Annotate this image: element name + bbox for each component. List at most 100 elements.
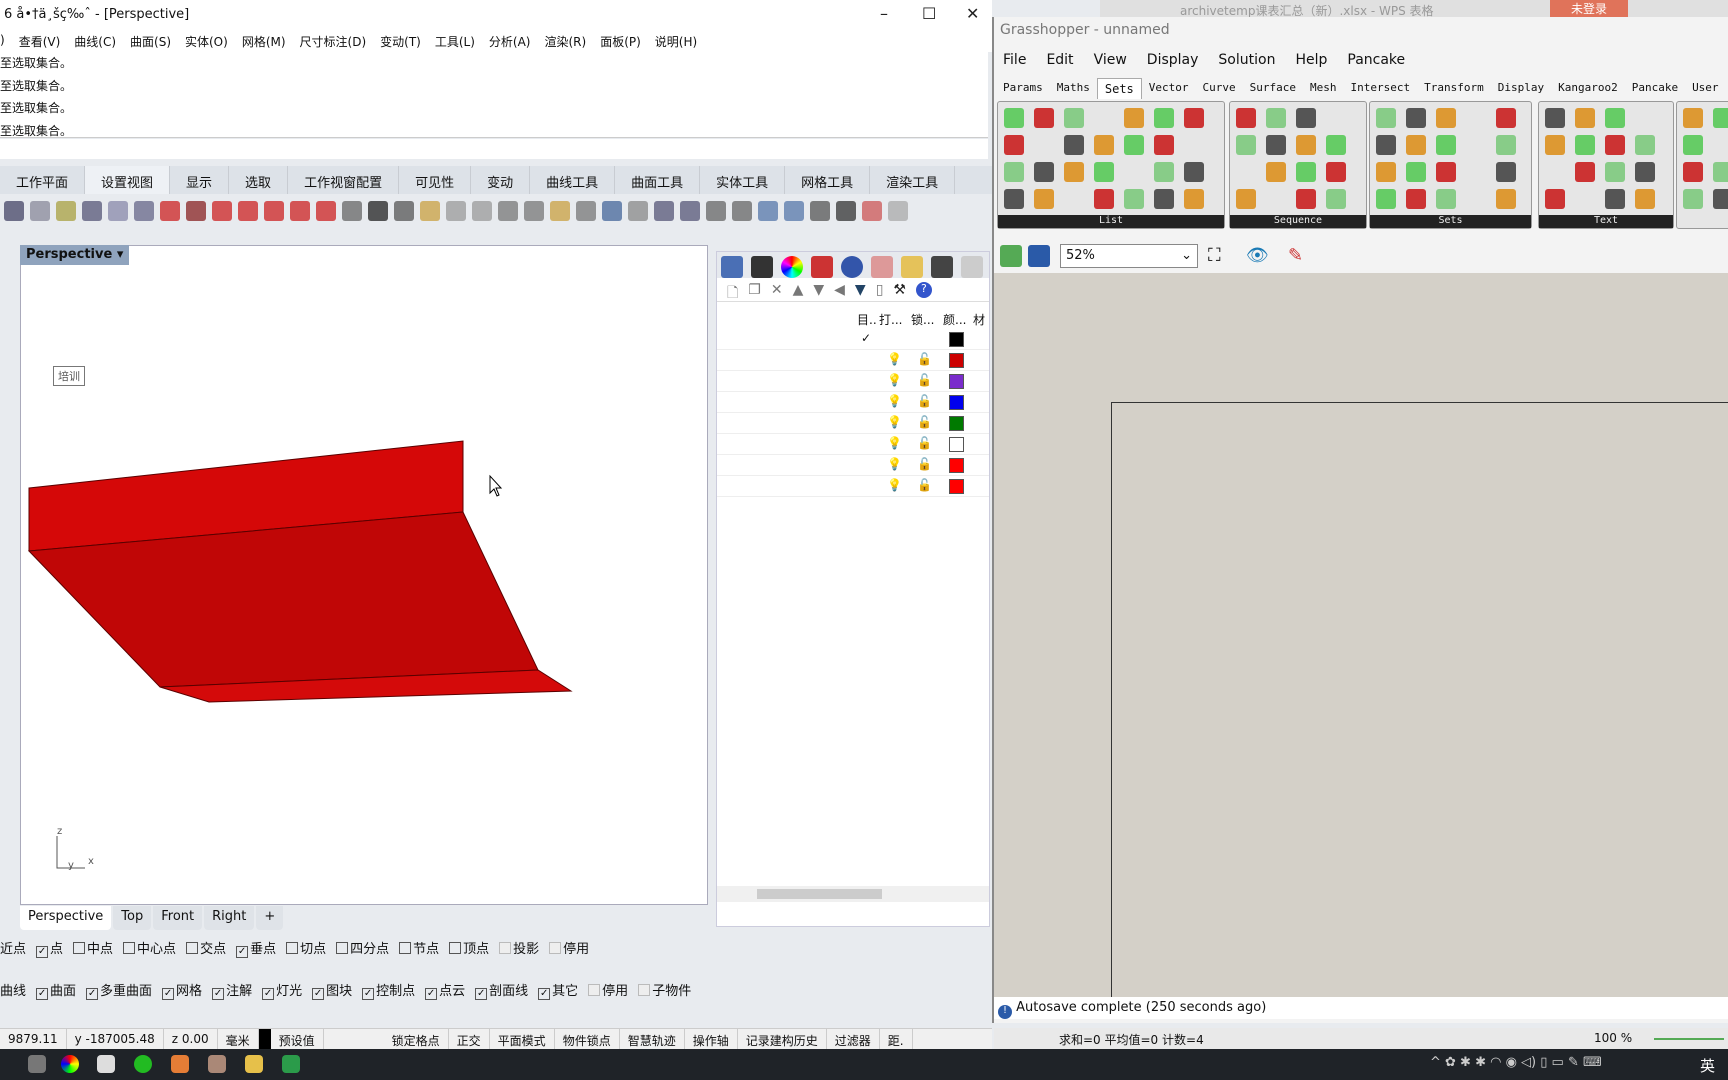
checkbox-box[interactable]: ✓ <box>362 988 375 1000</box>
toolbar-icon-31[interactable] <box>810 201 830 221</box>
component-icon[interactable] <box>1296 135 1316 155</box>
chrome-icon[interactable] <box>61 1055 79 1073</box>
unlock-icon[interactable]: 🔓 <box>917 352 932 366</box>
checkbox-box[interactable]: ✓ <box>475 988 488 1000</box>
gh-tab[interactable]: User <box>1685 78 1726 99</box>
page-icon[interactable]: ▯ <box>876 282 884 298</box>
toolbar-icon-34[interactable] <box>888 201 908 221</box>
component-icon[interactable] <box>1064 108 1084 128</box>
display-icon[interactable] <box>751 256 773 278</box>
component-icon[interactable] <box>1124 135 1144 155</box>
layer-row[interactable]: ✓ <box>717 329 989 350</box>
layer-row[interactable]: 💡 🔓 <box>717 371 989 392</box>
status-field[interactable]: 记录建构历史 <box>738 1029 827 1049</box>
column-header[interactable]: 颜... <box>943 311 966 328</box>
component-icon[interactable] <box>1436 135 1456 155</box>
column-header[interactable]: 目.. <box>857 311 877 328</box>
component-icon[interactable] <box>1326 189 1346 209</box>
checkbox-点[interactable]: ✓ 点 <box>36 938 63 960</box>
component-icon[interactable] <box>1683 162 1703 182</box>
checkbox-近点[interactable]: 近点 <box>0 938 26 960</box>
unlock-icon[interactable]: 🔓 <box>917 373 932 387</box>
wps-presentation-icon[interactable] <box>171 1055 189 1073</box>
lightbulb-icon[interactable]: 💡 <box>887 394 902 408</box>
gh-menu-item[interactable]: Help <box>1295 52 1327 68</box>
checkbox-box[interactable] <box>336 942 349 954</box>
component-icon[interactable] <box>1154 189 1174 209</box>
checkbox-box[interactable]: ✓ <box>262 988 275 1000</box>
layer-row[interactable]: 💡 🔓 <box>717 392 989 413</box>
notes-icon[interactable] <box>961 256 983 278</box>
zoom-slider[interactable] <box>1654 1038 1724 1040</box>
component-icon[interactable] <box>1296 162 1316 182</box>
toolbar-icon-33[interactable] <box>862 201 882 221</box>
layer-color-swatch[interactable] <box>949 437 964 452</box>
component-icon[interactable] <box>1064 135 1084 155</box>
delete-icon[interactable]: ✕ <box>771 282 783 298</box>
lightbulb-icon[interactable]: 💡 <box>887 457 902 471</box>
down-icon[interactable]: ▼ <box>813 282 824 298</box>
component-icon[interactable] <box>1436 189 1456 209</box>
status-field[interactable]: 过滤器 <box>827 1029 880 1049</box>
component-icon[interactable] <box>1154 135 1174 155</box>
lightbulb-icon[interactable]: 💡 <box>887 373 902 387</box>
wps-sheet-icon[interactable] <box>282 1055 300 1073</box>
layer-color-swatch[interactable] <box>949 332 964 347</box>
component-icon[interactable] <box>1683 189 1703 209</box>
component-icon[interactable] <box>1184 189 1204 209</box>
component-icon[interactable] <box>1326 162 1346 182</box>
status-field[interactable]: 距. <box>880 1029 913 1049</box>
component-icon[interactable] <box>1436 162 1456 182</box>
layer-color-swatch[interactable] <box>949 353 964 368</box>
sketch-icon[interactable]: ✎ <box>1288 245 1303 266</box>
column-header[interactable]: 锁... <box>911 311 934 328</box>
component-icon[interactable] <box>1154 108 1174 128</box>
layer-color-swatch[interactable] <box>949 479 964 494</box>
component-icon[interactable] <box>1376 135 1396 155</box>
component-icon[interactable] <box>1406 135 1426 155</box>
component-icon[interactable] <box>1034 162 1054 182</box>
gh-tab[interactable]: Display <box>1491 78 1551 99</box>
checkbox-box[interactable] <box>549 942 562 954</box>
layer-row[interactable]: 💡 🔓 <box>717 434 989 455</box>
component-icon[interactable] <box>1266 108 1286 128</box>
checkbox-曲面[interactable]: ✓ 曲面 <box>36 980 76 1002</box>
checkbox-四分点[interactable]: 四分点 <box>336 938 389 960</box>
component-icon[interactable] <box>1436 108 1456 128</box>
component-icon[interactable] <box>1184 108 1204 128</box>
gh-tab[interactable]: Surface <box>1243 78 1303 99</box>
component-icon[interactable] <box>1236 189 1256 209</box>
gh-menu-item[interactable]: Edit <box>1046 52 1073 68</box>
lightbulb-icon[interactable]: 💡 <box>887 478 902 492</box>
unlock-icon[interactable]: 🔓 <box>917 478 932 492</box>
checkbox-投影[interactable]: 投影 <box>499 938 539 960</box>
checkbox-图块[interactable]: ✓ 图块 <box>312 980 352 1002</box>
status-field[interactable]: 锁定格点 <box>384 1029 449 1049</box>
checkbox-网格[interactable]: ✓ 网格 <box>162 980 202 1002</box>
preview-eye-icon[interactable]: 👁 <box>1246 245 1269 266</box>
ime-indicator[interactable]: 英 <box>1700 1055 1715 1076</box>
gh-tab[interactable]: Mesh <box>1303 78 1344 99</box>
component-icon[interactable] <box>1683 135 1703 155</box>
component-icon[interactable] <box>1575 108 1595 128</box>
checkbox-box[interactable]: ✓ <box>36 946 49 958</box>
component-icon[interactable] <box>1064 162 1084 182</box>
checkbox-box[interactable]: ✓ <box>538 988 551 1000</box>
status-field[interactable]: 毫米 <box>218 1029 259 1049</box>
gh-tab[interactable]: Sets <box>1096 78 1142 99</box>
checkbox-灯光[interactable]: ✓ 灯光 <box>262 980 302 1002</box>
lightbulb-icon[interactable]: 💡 <box>887 352 902 366</box>
checkbox-其它[interactable]: ✓ 其它 <box>538 980 578 1002</box>
unlock-icon[interactable]: 🔓 <box>917 415 932 429</box>
viewport-tab[interactable]: + <box>256 906 284 930</box>
hammer-icon[interactable]: ⚒ <box>893 282 906 298</box>
left-icon[interactable]: ◀ <box>834 282 845 298</box>
component-icon[interactable] <box>1376 162 1396 182</box>
gh-tab[interactable]: Curve <box>1196 78 1243 99</box>
checkbox-中心点[interactable]: 中心点 <box>123 938 176 960</box>
component-icon[interactable] <box>1034 189 1054 209</box>
unlock-icon[interactable]: 🔓 <box>917 457 932 471</box>
component-icon[interactable] <box>1376 189 1396 209</box>
component-icon[interactable] <box>1004 108 1024 128</box>
layers-icon[interactable] <box>811 256 833 278</box>
